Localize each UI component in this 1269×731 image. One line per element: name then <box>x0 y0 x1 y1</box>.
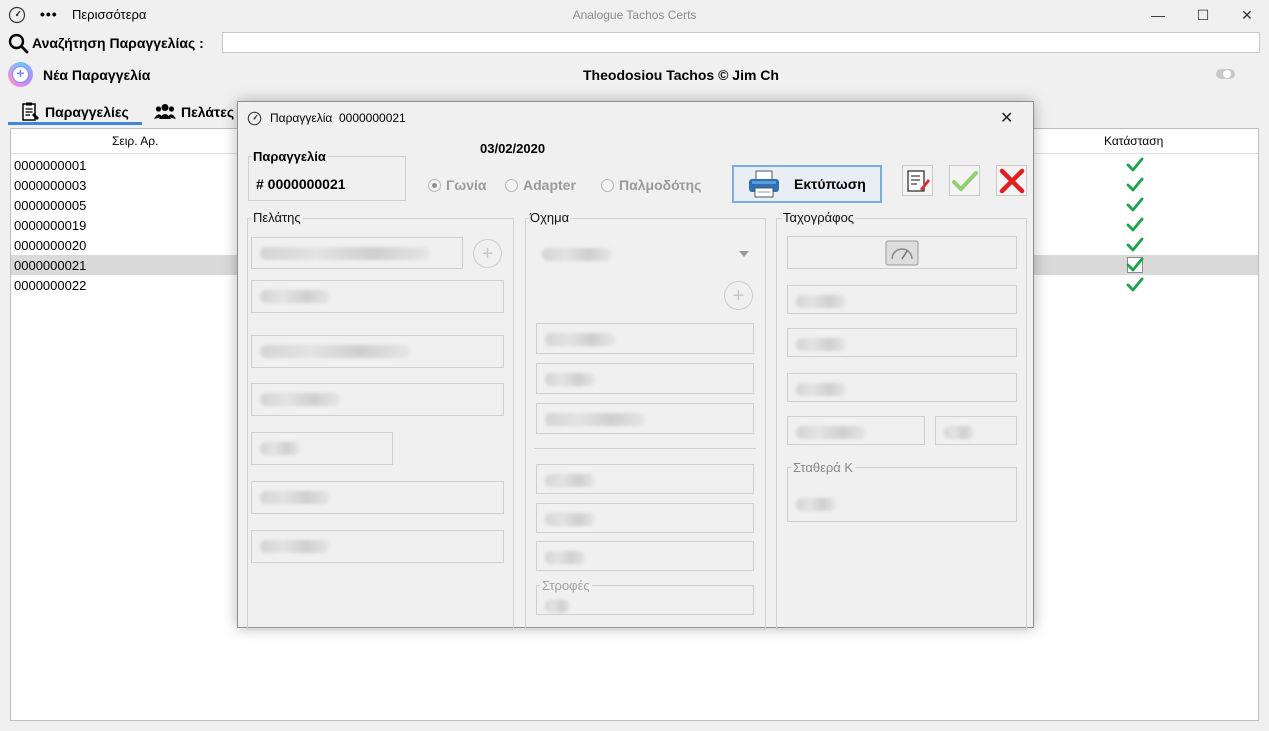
status-check-icon <box>1126 217 1144 232</box>
order-number: # 0000000021 <box>256 176 346 192</box>
add-vehicle-icon[interactable]: + <box>724 281 753 310</box>
radio-dot <box>428 178 441 192</box>
bottom-bar <box>0 721 1269 731</box>
radio-corner-label: Γωνία <box>446 177 487 193</box>
tacho-field-3[interactable] <box>787 373 1017 402</box>
new-order-button[interactable]: Νέα Παραγγελία <box>43 67 150 83</box>
radio-pulse-label: Παλμοδότης <box>619 177 702 193</box>
dialog-close-button[interactable]: ✕ <box>1000 108 1013 128</box>
printer-icon <box>749 170 779 198</box>
radio-pulse-generator[interactable]: Παλμοδότης <box>601 177 701 193</box>
radio-adapter-label: Adapter <box>523 177 576 193</box>
orders-icon <box>22 102 39 121</box>
radio-corner[interactable]: Γωνία <box>428 177 487 193</box>
tab-orders-label: Παραγγελίες <box>45 104 129 120</box>
search-icon <box>8 33 29 54</box>
active-tab-indicator <box>8 122 142 125</box>
vehicle-make-select[interactable] <box>536 240 758 268</box>
tacho-field-5[interactable] <box>935 416 1017 445</box>
vehicle-field-5[interactable] <box>536 503 754 533</box>
column-header-serial[interactable]: Σειρ. Αρ. <box>112 134 158 148</box>
customers-icon <box>154 104 176 119</box>
vehicle-turns-legend: Στροφές <box>540 578 592 593</box>
chevron-down-icon <box>739 251 749 257</box>
customer-name-field[interactable] <box>251 237 463 269</box>
theme-toggle[interactable] <box>1216 69 1235 79</box>
vehicle-field-1[interactable] <box>536 323 754 354</box>
tacho-legend: Ταχογράφος <box>782 210 856 225</box>
brand-text: Theodosiou Tachos © Jim Ch <box>583 67 779 83</box>
close-window-button[interactable]: ✕ <box>1232 4 1262 26</box>
maximize-button[interactable]: ☐ <box>1188 4 1218 26</box>
row-serial: 0000000022 <box>14 278 87 293</box>
tab-customers-label: Πελάτες <box>181 104 235 120</box>
notes-edit-icon <box>906 169 930 192</box>
tacho-constant-legend: Σταθερά Κ <box>791 460 856 475</box>
customer-field-2[interactable] <box>251 280 504 313</box>
status-check-icon <box>1126 257 1144 273</box>
status-check-icon <box>1126 277 1144 292</box>
edit-notes-button[interactable] <box>902 165 933 196</box>
radio-dot <box>601 178 614 192</box>
customer-field-3[interactable] <box>251 335 504 368</box>
customer-field-6[interactable] <box>251 481 504 514</box>
status-check-icon <box>1126 237 1144 252</box>
confirm-button[interactable] <box>949 165 980 196</box>
check-icon <box>951 170 978 191</box>
search-label: Αναζήτηση Παραγγελίας : <box>32 35 204 51</box>
tacho-field-1[interactable] <box>787 285 1017 314</box>
order-date: 03/02/2020 <box>480 141 546 156</box>
add-customer-icon[interactable]: + <box>473 239 502 268</box>
minimize-button[interactable]: — <box>1143 4 1173 26</box>
status-check-icon <box>1126 177 1144 192</box>
vehicle-divider <box>534 448 756 449</box>
vehicle-field-4[interactable] <box>536 464 754 494</box>
window-title: Analogue Tachos Certs <box>572 8 697 22</box>
tacho-field-2[interactable] <box>787 328 1017 357</box>
vehicle-field-2[interactable] <box>536 363 754 394</box>
row-serial: 0000000003 <box>14 178 87 193</box>
speedometer-icon <box>247 111 262 126</box>
customer-field-7[interactable] <box>251 530 504 563</box>
radio-adapter[interactable]: Adapter <box>505 177 576 193</box>
vehicle-field-6[interactable] <box>536 541 754 571</box>
customer-legend: Πελάτης <box>252 210 302 225</box>
vehicle-field-3[interactable] <box>536 403 754 434</box>
row-serial: 0000000001 <box>14 158 87 173</box>
x-icon <box>999 168 1024 193</box>
row-serial: 0000000020 <box>14 238 87 253</box>
radio-dot <box>505 178 518 192</box>
cancel-button[interactable] <box>996 165 1027 196</box>
print-button[interactable]: Εκτύπωση <box>732 165 882 203</box>
column-header-status[interactable]: Κατάσταση <box>1104 134 1163 148</box>
order-legend: Παραγγελία <box>252 149 327 164</box>
tacho-field-4[interactable] <box>787 416 925 445</box>
row-serial: 0000000021 <box>14 258 87 273</box>
customer-field-5[interactable] <box>251 432 393 465</box>
row-serial: 0000000005 <box>14 198 87 213</box>
search-input[interactable] <box>222 32 1260 53</box>
title-bar: ••• Περισσότερα Analogue Tachos Certs — … <box>0 0 1269 30</box>
status-check-icon <box>1126 197 1144 212</box>
dialog-title: Παραγγελία 0000000021 <box>270 111 406 125</box>
print-label: Εκτύπωση <box>794 176 866 192</box>
add-order-icon[interactable]: + <box>8 62 33 87</box>
row-serial: 0000000019 <box>14 218 87 233</box>
tab-customers[interactable]: Πελάτες <box>154 99 234 125</box>
vehicle-legend: Όχημα <box>529 210 571 225</box>
tachograph-icon <box>885 240 919 265</box>
order-dialog: Παραγγελία 0000000021 ✕ Παραγγελία # 000… <box>237 101 1034 630</box>
tacho-select-button[interactable] <box>787 236 1017 269</box>
status-check-icon <box>1126 157 1144 172</box>
customer-field-4[interactable] <box>251 383 504 416</box>
tacho-constant-field[interactable] <box>787 467 1017 522</box>
